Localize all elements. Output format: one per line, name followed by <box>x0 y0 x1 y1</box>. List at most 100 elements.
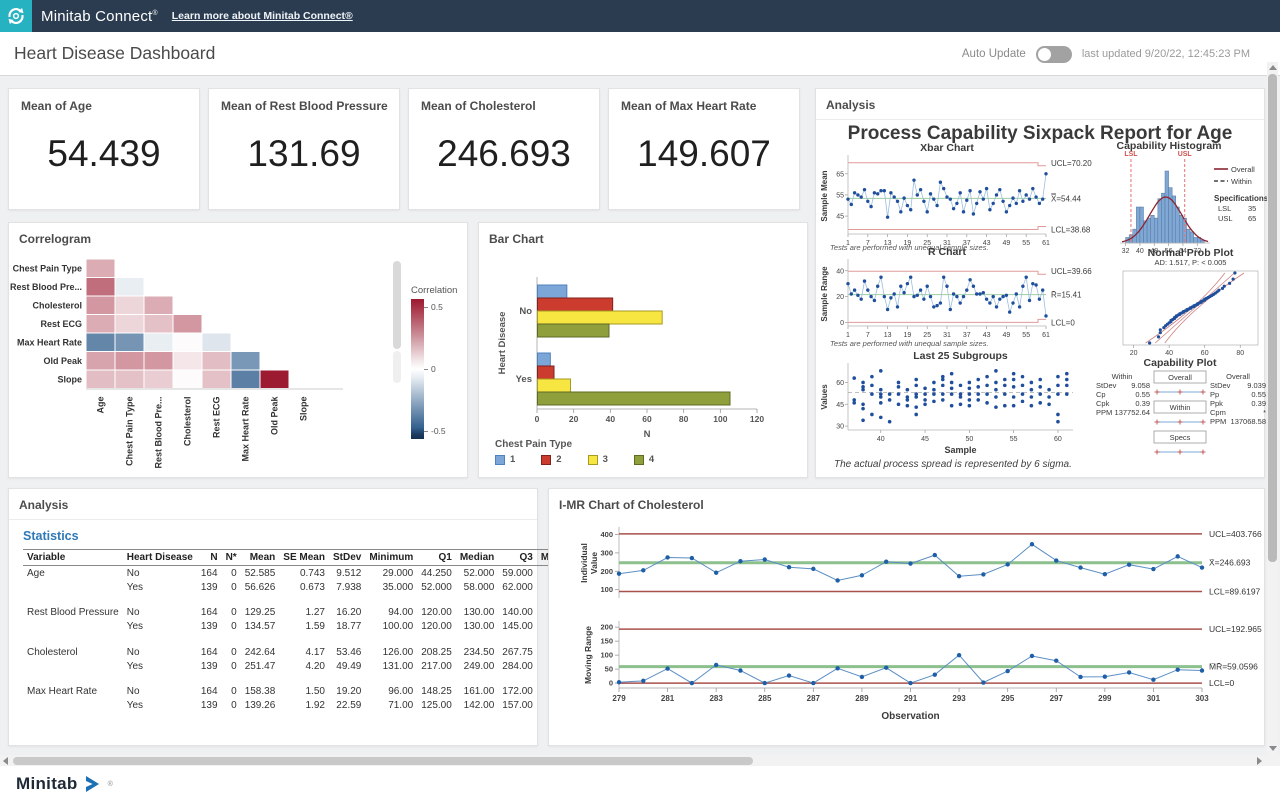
svg-text:N: N <box>644 429 651 440</box>
svg-text:303: 303 <box>1195 694 1209 703</box>
heatmap-scrollbar-track[interactable] <box>393 351 401 383</box>
minitab-logo-icon <box>84 774 108 794</box>
legend-tick-zero: 0 <box>431 364 436 374</box>
stats-col-header: N <box>197 550 222 566</box>
minitab-connect-logo[interactable] <box>0 0 32 32</box>
auto-update-toggle[interactable] <box>1036 46 1072 63</box>
svg-text:289: 289 <box>855 694 869 703</box>
statistics-link[interactable]: Statistics <box>23 529 79 543</box>
learn-more-link[interactable]: Learn more about Minitab Connect® <box>172 10 353 22</box>
kpi-label: Mean of Age <box>9 89 199 113</box>
kpi-card-age: Mean of Age 54.439 <box>8 88 200 210</box>
footer-reg: ® <box>108 781 113 788</box>
svg-text:Cpk: Cpk <box>1096 399 1110 408</box>
stats-col-header: Median <box>456 550 498 566</box>
svg-text:Cpm: Cpm <box>1210 408 1226 417</box>
legend-tick-max: 0.5 <box>431 302 443 312</box>
legend-swatch <box>495 455 505 465</box>
stats-table-row: Yes1390139.261.9222.5971.00125.00142.001… <box>23 699 591 713</box>
svg-text:M̄R̄=59.0596: M̄R̄=59.0596 <box>1209 662 1258 672</box>
svg-text:0.55: 0.55 <box>1251 390 1266 399</box>
svg-text:19: 19 <box>904 332 912 339</box>
svg-text:35: 35 <box>1248 204 1256 213</box>
svg-text:20: 20 <box>569 414 579 424</box>
kpi-card-max-hr: Mean of Max Heart Rate 149.607 <box>608 88 800 210</box>
legend-item-2: 2 <box>541 454 561 465</box>
svg-text:0.39: 0.39 <box>1251 399 1266 408</box>
heatmap-scrollbar-thumb[interactable] <box>393 261 401 349</box>
panel-header: Analysis <box>9 489 537 520</box>
stats-col-header: StDev <box>329 550 365 566</box>
kpi-card-cholesterol: Mean of Cholesterol 246.693 <box>408 88 600 210</box>
svg-text:60: 60 <box>1201 350 1209 357</box>
svg-text:55: 55 <box>836 192 844 199</box>
svg-text:Max Heart Rate: Max Heart Rate <box>17 337 82 347</box>
svg-text:100: 100 <box>713 414 727 424</box>
scroll-up-icon[interactable] <box>1269 65 1277 70</box>
svg-text:55: 55 <box>1022 332 1030 339</box>
correlogram-heatmap: Chest Pain TypeRest Blood Pre...Choleste… <box>13 249 405 473</box>
xbar-chart: Xbar ChartSample Mean4555651713192531374… <box>818 141 1110 253</box>
page-title: Heart Disease Dashboard <box>14 43 215 64</box>
svg-text:60: 60 <box>836 380 844 387</box>
svg-text:150: 150 <box>600 637 613 646</box>
svg-text:Xbar Chart: Xbar Chart <box>920 142 974 154</box>
horizontal-scrollbar-thumb[interactable] <box>13 757 753 765</box>
kpi-value: 54.439 <box>9 113 199 209</box>
stats-col-header: SE Mean <box>279 550 329 566</box>
scroll-left-icon[interactable] <box>3 757 8 765</box>
stats-table-row: Yes1390251.474.2049.49131.00217.00249.00… <box>23 659 591 673</box>
svg-text:Slope: Slope <box>299 397 309 422</box>
svg-text:StDev: StDev <box>1210 381 1231 390</box>
svg-text:Old Peak: Old Peak <box>43 356 83 366</box>
svg-text:200: 200 <box>600 567 613 576</box>
svg-text:60: 60 <box>642 414 652 424</box>
svg-text:Values: Values <box>820 384 829 410</box>
svg-text:Max Heart Rate: Max Heart Rate <box>241 397 251 462</box>
dashboard-app: Minitab Connect® Learn more about Minita… <box>0 0 1280 802</box>
stats-col-header: Variable <box>23 550 123 566</box>
svg-text:Cholesterol: Cholesterol <box>183 397 193 447</box>
svg-text:USL: USL <box>1178 151 1193 158</box>
svg-text:Overall: Overall <box>1231 165 1255 174</box>
svg-text:Rest ECG: Rest ECG <box>40 319 82 329</box>
svg-text:20: 20 <box>1130 350 1138 357</box>
svg-text:Chest Pain Type: Chest Pain Type <box>13 263 82 273</box>
kpi-label: Mean of Rest Blood Pressure <box>209 89 399 113</box>
svg-text:Overall: Overall <box>1226 372 1250 381</box>
svg-text:*: * <box>1263 408 1266 417</box>
page-header: Heart Disease Dashboard Auto Update last… <box>0 32 1280 76</box>
capability-plot: Capability PlotWithinStDev9.058Cp0.55Cpk… <box>1092 357 1266 459</box>
svg-text:Moving Range: Moving Range <box>583 626 593 684</box>
correlogram-panel: Correlogram Chest Pain TypeRest Blood Pr… <box>8 222 468 478</box>
svg-text:60: 60 <box>1054 436 1062 443</box>
legend-swatch <box>588 455 598 465</box>
svg-text:20: 20 <box>836 294 844 301</box>
footer: Minitab ® <box>0 766 1280 802</box>
svg-text:65: 65 <box>836 171 844 178</box>
svg-text:45: 45 <box>921 436 929 443</box>
panel-header: I-MR Chart of Cholesterol <box>549 489 1264 519</box>
kpi-value: 131.69 <box>209 113 399 209</box>
stats-col-header: Minimum <box>365 550 417 566</box>
legend-swatch <box>541 455 551 465</box>
svg-text:LSL: LSL <box>1124 151 1138 158</box>
svg-text:300: 300 <box>600 548 613 557</box>
svg-text:Within: Within <box>1231 177 1252 186</box>
correlation-gradient-bar <box>411 299 424 439</box>
svg-text:137752.64: 137752.64 <box>1115 408 1150 417</box>
svg-text:37: 37 <box>963 332 971 339</box>
svg-text:7: 7 <box>866 332 870 339</box>
vertical-scrollbar-thumb[interactable] <box>1268 74 1277 562</box>
svg-text:285: 285 <box>758 694 772 703</box>
brand-name: Minitab Connect® <box>41 8 158 25</box>
svg-text:Specifications: Specifications <box>1214 194 1269 203</box>
scroll-down-icon[interactable] <box>1269 746 1277 751</box>
svg-text:100: 100 <box>600 585 613 594</box>
scroll-right-icon[interactable] <box>1257 757 1262 765</box>
svg-text:40: 40 <box>1165 350 1173 357</box>
svg-text:281: 281 <box>661 694 675 703</box>
bar-chart: NoYes020406080100120NHeart Disease <box>489 249 799 441</box>
svg-text:40: 40 <box>836 268 844 275</box>
svg-text:USL: USL <box>1218 214 1233 223</box>
